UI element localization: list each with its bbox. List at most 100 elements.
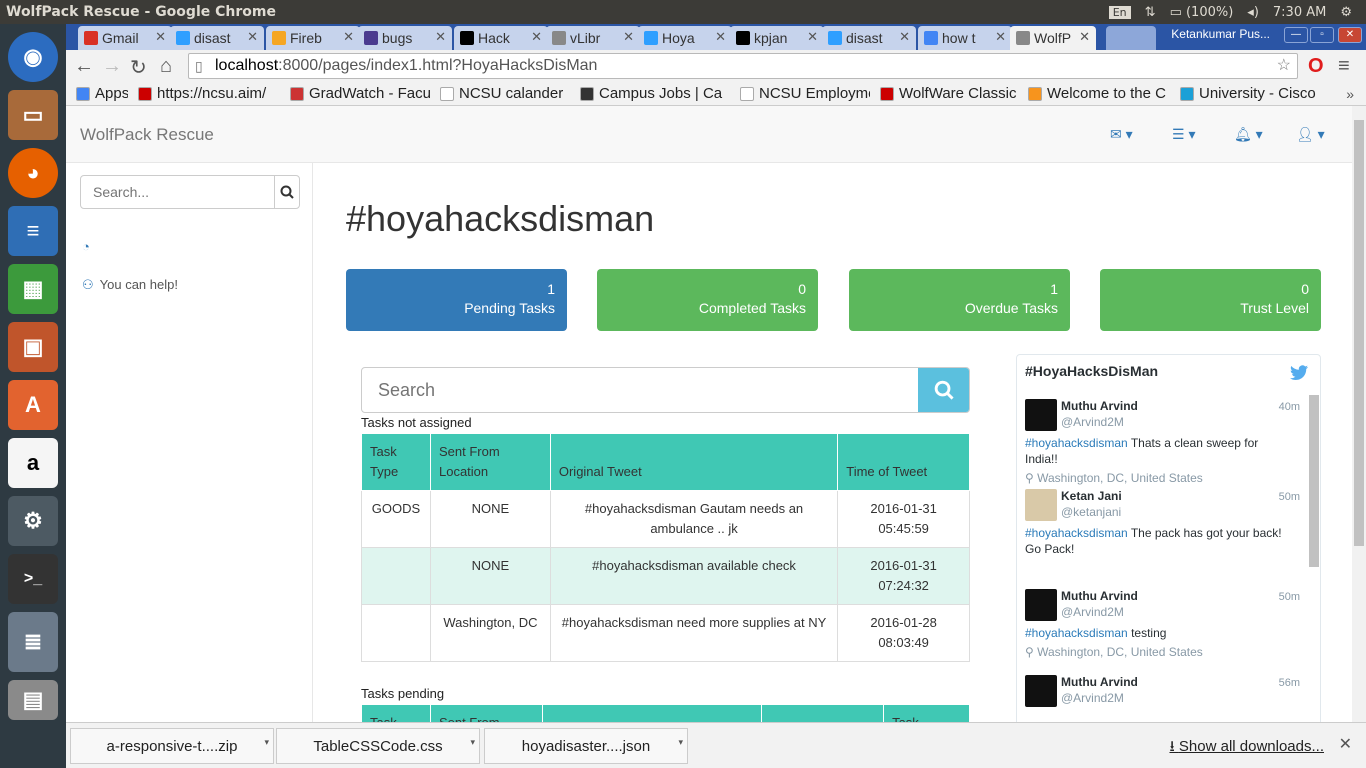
- tweet[interactable]: Muthu Arvind @Arvind2M 50m #hoyahacksdisman…: [1025, 589, 1300, 679]
- tab-1[interactable]: disast ✕: [170, 26, 264, 50]
- tab-0[interactable]: Gmail ✕: [78, 26, 172, 50]
- brand-link[interactable]: WolfPack Rescue: [80, 125, 214, 145]
- calc-icon[interactable]: ▦: [8, 264, 58, 314]
- tweet-time[interactable]: 50m: [1279, 491, 1300, 503]
- tweet-author-handle[interactable]: @Arvind2M: [1061, 691, 1124, 705]
- tweet[interactable]: Muthu Arvind @Arvind2M 40m #hoyahacksdisman…: [1025, 399, 1300, 489]
- column-header[interactable]: Task Type: [361, 433, 431, 491]
- back-icon[interactable]: ←: [74, 55, 94, 78]
- bell-icon[interactable]: 🔔︎ ▾: [1234, 126, 1263, 143]
- twitter-bird-icon[interactable]: [1290, 365, 1308, 380]
- chevron-down-icon[interactable]: ▾: [470, 737, 475, 748]
- close-tab-icon[interactable]: ✕: [899, 29, 910, 45]
- stat-panel[interactable]: 1 Pending Tasks: [346, 269, 567, 331]
- column-header[interactable]: Task: [883, 704, 970, 722]
- tab-5[interactable]: vLibr ✕: [546, 26, 640, 50]
- minimize-button[interactable]: —: [1284, 27, 1308, 43]
- software-center-icon[interactable]: A: [8, 380, 58, 430]
- tasks-icon[interactable]: ☰ ▾: [1172, 126, 1195, 143]
- table-row[interactable]: GOODS NONE #hoyahacksdisman Gautam needs a…: [361, 490, 970, 548]
- bookmark-item[interactable]: Campus Jobs | Ca: [580, 85, 730, 102]
- stat-panel[interactable]: 0 Trust Level: [1100, 269, 1321, 331]
- tweet-hashtag[interactable]: #hoyahacksdisman: [1025, 626, 1128, 640]
- home-icon[interactable]: ⌂: [160, 55, 172, 78]
- tweet-author-name[interactable]: Muthu Arvind: [1061, 675, 1138, 689]
- trash-icon[interactable]: ▤: [8, 680, 58, 720]
- column-header[interactable]: [761, 704, 885, 722]
- battery-indicator[interactable]: ▭ (100%): [1170, 5, 1234, 20]
- tab-7[interactable]: kpjan ✕: [730, 26, 824, 50]
- sidebar-search-input[interactable]: [81, 176, 274, 208]
- page-scrollbar[interactable]: [1352, 106, 1366, 722]
- impress-icon[interactable]: ▣: [8, 322, 58, 372]
- close-tab-icon[interactable]: ✕: [1079, 29, 1090, 45]
- close-tab-icon[interactable]: ✕: [807, 29, 818, 45]
- column-header[interactable]: Original Tweet: [549, 433, 839, 491]
- tweet-author-handle[interactable]: @Arvind2M: [1061, 605, 1124, 619]
- close-downloads-icon[interactable]: ✕: [1339, 734, 1352, 754]
- firefox-icon[interactable]: ◕: [8, 148, 58, 198]
- table-row[interactable]: Washington, DC #hoyahacksdisman need more…: [361, 604, 970, 662]
- tweet-author-name[interactable]: Muthu Arvind: [1061, 589, 1138, 603]
- close-tab-icon[interactable]: ✕: [343, 29, 354, 45]
- tweet-author-name[interactable]: Ketan Jani: [1061, 489, 1122, 503]
- power-icon[interactable]: ⚙: [1340, 5, 1352, 20]
- close-tab-icon[interactable]: ✕: [623, 29, 634, 45]
- tab-2[interactable]: Fireb ✕: [266, 26, 360, 50]
- bookmark-item[interactable]: Apps: [76, 85, 128, 102]
- task-search-input[interactable]: [362, 368, 918, 412]
- column-header[interactable]: Task: [361, 704, 431, 722]
- avatar[interactable]: [1025, 675, 1057, 707]
- page-info-icon[interactable]: ▯: [195, 54, 203, 78]
- column-header[interactable]: Sent From Location: [429, 433, 551, 491]
- tweet-hashtag[interactable]: #hoyahacksdisman: [1025, 526, 1128, 540]
- tweet-scrollbar[interactable]: [1309, 395, 1319, 567]
- close-tab-icon[interactable]: ✕: [995, 29, 1006, 45]
- ubuntu-dash-icon[interactable]: ◉: [8, 32, 58, 82]
- tweet[interactable]: Muthu Arvind @Arvind2M 56m: [1025, 675, 1300, 722]
- tweet-time[interactable]: 50m: [1279, 591, 1300, 603]
- opera-icon[interactable]: O: [1308, 55, 1324, 78]
- tweet-author-name[interactable]: Muthu Arvind: [1061, 399, 1138, 413]
- page-scrollbar-thumb[interactable]: [1354, 120, 1364, 546]
- profile-name[interactable]: Ketankumar Pus...: [1171, 27, 1270, 41]
- bookmark-item[interactable]: Welcome to the C: [1028, 85, 1170, 102]
- bookmark-star-icon[interactable]: ☆: [1277, 54, 1291, 78]
- forward-icon[interactable]: →: [102, 55, 122, 78]
- bookmark-item[interactable]: WolfWare Classic: [880, 85, 1018, 102]
- sidebar-item-you-can-help[interactable]: ⚇ You can help!: [82, 277, 178, 293]
- bookmark-item[interactable]: NCSU calander: [440, 85, 570, 102]
- tab-10[interactable]: WolfP ✕: [1010, 26, 1096, 50]
- column-header[interactable]: Time of Tweet: [837, 433, 970, 491]
- tweet-author-handle[interactable]: @ketanjani: [1061, 505, 1121, 519]
- bookmark-item[interactable]: University - Cisco: [1180, 85, 1320, 102]
- tweet-time[interactable]: 40m: [1279, 401, 1300, 413]
- chevron-down-icon[interactable]: ▾: [678, 737, 683, 748]
- files-icon[interactable]: ▭: [8, 90, 58, 140]
- avatar[interactable]: [1025, 589, 1057, 621]
- download-item[interactable]: hoyadisaster....json ▾: [484, 728, 688, 764]
- avatar[interactable]: [1025, 399, 1057, 431]
- writer-icon[interactable]: ≡: [8, 206, 58, 256]
- bookmark-item[interactable]: GradWatch - Facu: [290, 85, 430, 102]
- volume-icon[interactable]: ◂): [1247, 5, 1259, 20]
- keyboard-indicator[interactable]: En: [1108, 5, 1131, 19]
- close-tab-icon[interactable]: ✕: [715, 29, 726, 45]
- close-window-button[interactable]: ✕: [1338, 27, 1362, 43]
- stat-panel[interactable]: 0 Completed Tasks: [597, 269, 818, 331]
- envelope-icon[interactable]: ✉ ▾: [1110, 126, 1133, 143]
- column-header[interactable]: Sent From: [429, 704, 543, 722]
- column-header[interactable]: [541, 704, 763, 722]
- amazon-icon[interactable]: a: [8, 438, 58, 488]
- tab-9[interactable]: how t ✕: [918, 26, 1012, 50]
- tab-8[interactable]: disast ✕: [822, 26, 916, 50]
- tab-3[interactable]: bugs ✕: [358, 26, 452, 50]
- task-search-button[interactable]: [918, 368, 969, 412]
- tab-6[interactable]: Hoya ✕: [638, 26, 732, 50]
- terminal-icon[interactable]: >_: [8, 554, 58, 604]
- tweet-time[interactable]: 56m: [1279, 677, 1300, 689]
- tweet-author-handle[interactable]: @Arvind2M: [1061, 415, 1124, 429]
- sidebar-item-dashboard[interactable]: ◔: [82, 239, 96, 254]
- tab-4[interactable]: Hack ✕: [454, 26, 548, 50]
- address-bar[interactable]: ▯ localhost:8000/pages/index1.html?HoyaH…: [188, 53, 1298, 79]
